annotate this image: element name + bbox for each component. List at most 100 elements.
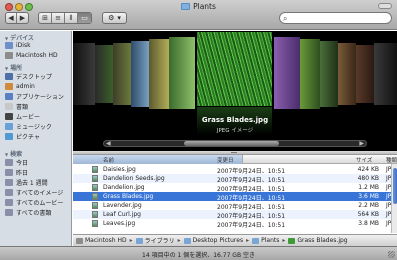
sidebar-place-item-icon: [5, 72, 13, 80]
column-header-size[interactable]: サイズ: [356, 156, 372, 164]
scroll-left-icon[interactable]: ◀: [106, 140, 111, 147]
sidebar-place-item[interactable]: ムービー: [5, 111, 71, 121]
sidebar-search-item-label: すべてのイメージ: [16, 189, 64, 197]
list-view-icon: ≡: [55, 14, 61, 22]
sidebar-place-item-label: 書類: [16, 103, 29, 111]
table-row[interactable]: Leaf Curl.jpg 2007年9月24日、10:51 564 KB JP: [73, 210, 393, 220]
sidebar-search-item[interactable]: すべてのムービー: [5, 197, 71, 207]
sidebar-place-item-label: アプリケーション: [16, 93, 64, 101]
file-name: Dandelion.jpg: [103, 184, 145, 191]
resize-grip-icon[interactable]: [388, 251, 395, 258]
path-segment[interactable]: Grass Blades.jpg: [288, 237, 348, 244]
sidebar-place-item[interactable]: ピクチャ: [5, 131, 71, 141]
sidebar-place-item[interactable]: アプリケーション: [5, 91, 71, 101]
cover-image[interactable]: [131, 41, 149, 107]
icon-view-icon: ⊞: [42, 14, 48, 22]
cover-image-selected[interactable]: [197, 32, 272, 106]
sidebar-place-item-icon: [5, 102, 13, 110]
file-name: Grass Blades.jpg: [103, 193, 154, 200]
path-segment-icon: [288, 237, 296, 244]
sidebar-search-item[interactable]: すべての書類: [5, 207, 71, 217]
image-file-icon: [92, 211, 98, 218]
path-segment[interactable]: ライブラリ: [135, 236, 175, 245]
sidebar-search-item-icon: [5, 208, 13, 216]
path-separator-icon: ▸: [246, 237, 250, 244]
sidebar-device-item[interactable]: Macintosh HD: [5, 50, 71, 60]
search-input[interactable]: [292, 14, 387, 23]
path-separator-icon: ▸: [282, 237, 286, 244]
folder-icon: [181, 3, 191, 10]
file-list: 名前 変更日 サイズ 種類 Daisies.jpg 2007年9月24日、10:5…: [73, 155, 397, 233]
path-segment[interactable]: Plants: [252, 237, 279, 244]
table-row[interactable]: Daisies.jpg 2007年9月24日、10:51 424 KB JP: [73, 165, 393, 175]
sidebar-search-item-icon: [5, 188, 13, 196]
sidebar-search-item-label: 今日: [16, 159, 29, 167]
sidebar-place-item[interactable]: ミュージック: [5, 121, 71, 131]
path-segment[interactable]: Macintosh HD: [76, 237, 127, 244]
list-view-button[interactable]: ≡: [52, 13, 65, 23]
toolbar-toggle-button[interactable]: [378, 3, 392, 9]
file-name: Leaves.jpg: [103, 220, 136, 227]
sidebar-search-item[interactable]: すべてのイメージ: [5, 187, 71, 197]
table-row[interactable]: Leaves.jpg 2007年9月24日、10:51 3.8 MB JP: [73, 219, 393, 229]
sidebar-device-item-icon: [5, 51, 13, 59]
cover-image[interactable]: [95, 45, 113, 103]
cover-image[interactable]: [73, 43, 95, 105]
sidebar-device-item-label: iDisk: [16, 41, 31, 49]
list-scrollbar[interactable]: [391, 164, 397, 233]
table-row[interactable]: Grass Blades.jpg 2007年9月24日、10:51 3.6 MB JP: [73, 192, 393, 202]
table-row[interactable]: Dandelion.jpg 2007年9月24日、10:51 1.2 MB JP: [73, 183, 393, 193]
coverflow-scroll-thumb[interactable]: [184, 141, 279, 146]
cover-image[interactable]: [320, 41, 338, 107]
cover-image[interactable]: [149, 39, 169, 109]
sidebar-search-item-label: 昨日: [16, 169, 29, 177]
sidebar-search-item-label: 過去 1 週間: [16, 179, 48, 187]
cover-image[interactable]: [300, 39, 320, 109]
column-header-kind[interactable]: 種類: [386, 156, 397, 164]
cover-image[interactable]: [338, 43, 356, 105]
cover-image[interactable]: [274, 37, 300, 109]
sidebar-place-item[interactable]: admin: [5, 81, 71, 91]
sidebar-place-item[interactable]: デスクトップ: [5, 71, 71, 81]
image-file-icon: [92, 202, 98, 209]
column-header-date[interactable]: 変更日: [217, 156, 234, 164]
search-field[interactable]: ⌕: [279, 12, 392, 24]
sidebar-device-item-icon: [5, 41, 13, 49]
sidebar-device-item[interactable]: iDisk: [5, 40, 71, 50]
cover-image[interactable]: [113, 43, 131, 105]
forward-button[interactable]: ▶: [17, 13, 28, 23]
cover-flow[interactable]: Grass Blades.jpg JPEG イメージ ◀ ▶: [73, 31, 397, 151]
table-row[interactable]: Dandelion Seeds.jpg 2007年9月24日、10:51 480 K…: [73, 174, 393, 184]
path-segment-label: Macintosh HD: [85, 237, 127, 244]
sidebar-search-item-icon: [5, 168, 13, 176]
coverflow-scrollbar[interactable]: ◀ ▶: [103, 140, 367, 147]
sidebar-search-item-icon: [5, 178, 13, 186]
path-segment-label: Grass Blades.jpg: [297, 237, 348, 244]
file-name: Dandelion Seeds.jpg: [103, 175, 165, 182]
cover-image[interactable]: [356, 45, 374, 103]
nav-buttons: ◀ ▶: [5, 12, 29, 24]
path-segment-label: Plants: [261, 237, 280, 244]
table-row[interactable]: Lavender.jpg 2007年9月24日、10:51 2.2 MB JP: [73, 201, 393, 211]
cover-image[interactable]: [169, 37, 195, 109]
sidebar-search-item[interactable]: 過去 1 週間: [5, 177, 71, 187]
column-view-button[interactable]: ⫴: [65, 13, 78, 23]
sidebar-search-item[interactable]: 昨日: [5, 167, 71, 177]
cover-image[interactable]: [374, 43, 397, 105]
action-menu-button[interactable]: ⚙ ▾: [102, 12, 127, 24]
icon-view-button[interactable]: ⊞: [39, 13, 52, 23]
file-name: Daisies.jpg: [103, 166, 136, 173]
sidebar-place-item[interactable]: 書類: [5, 101, 71, 111]
coverflow-view-button[interactable]: ▭: [78, 13, 91, 23]
back-button[interactable]: ◀: [6, 13, 17, 23]
path-segment[interactable]: Desktop Pictures: [183, 237, 243, 244]
sidebar-search-item[interactable]: 今日: [5, 157, 71, 167]
back-icon: ◀: [8, 14, 14, 22]
list-scroll-thumb[interactable]: [393, 168, 397, 204]
sidebar: デバイス iDiskMacintosh HD 場所 デスクトップadminアプリ…: [0, 31, 72, 246]
sidebar-search-item-icon: [5, 198, 13, 206]
scroll-right-icon[interactable]: ▶: [359, 140, 364, 147]
sidebar-place-item-label: ピクチャ: [16, 133, 40, 141]
sidebar-device-item-label: Macintosh HD: [16, 51, 58, 59]
title-toolbar: Plants ◀ ▶ ⊞ ≡ ⫴ ▭ ⚙ ▾ ⌕: [0, 0, 397, 30]
